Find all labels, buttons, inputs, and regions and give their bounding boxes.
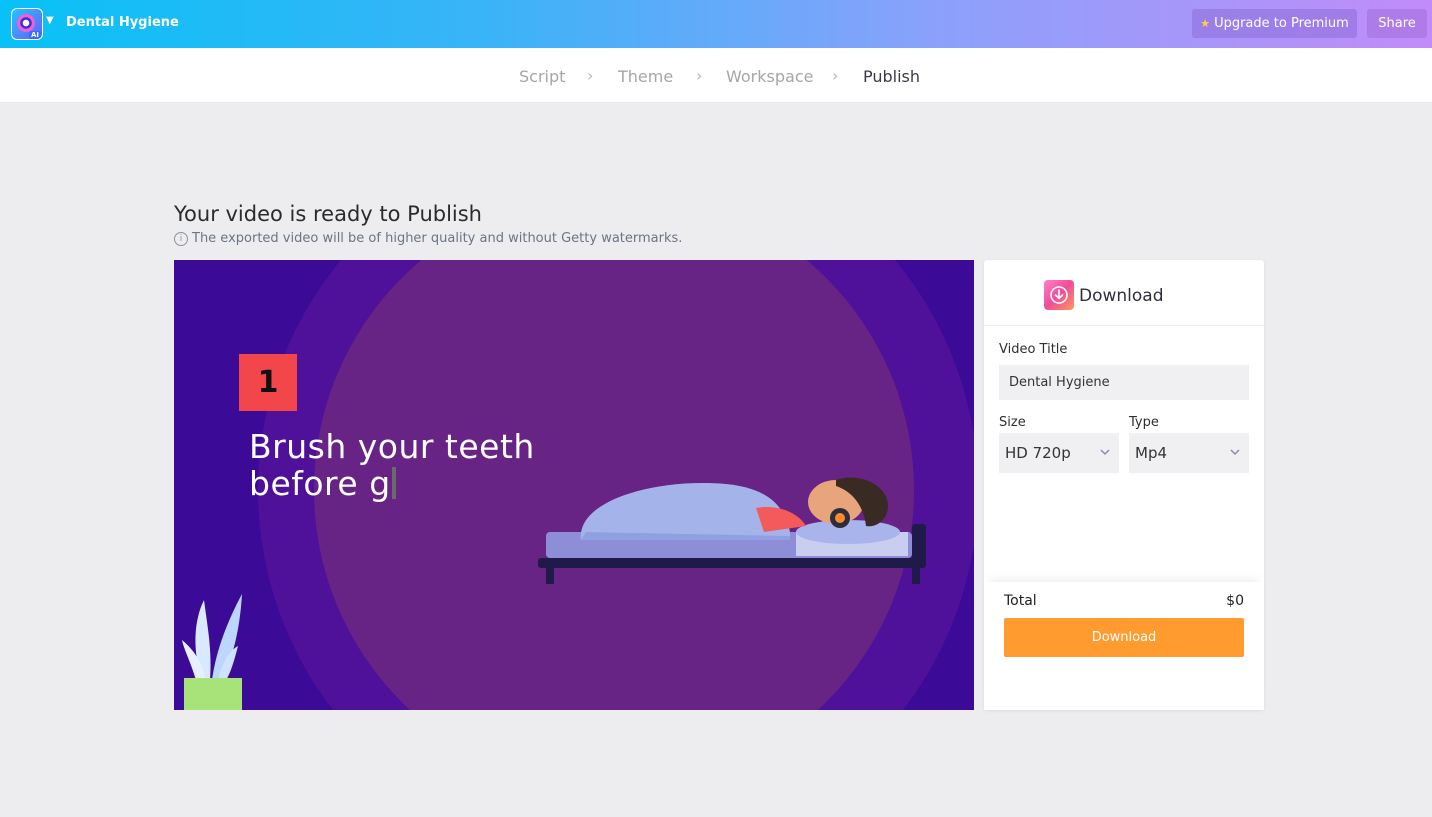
video-title-input[interactable] <box>999 365 1249 400</box>
step-workspace[interactable]: Workspace <box>726 67 813 86</box>
download-panel-footer: Total $0 Download <box>984 582 1264 710</box>
chevron-down-icon <box>1100 449 1110 456</box>
export-note-text: The exported video will be of higher qua… <box>192 231 683 246</box>
type-select[interactable]: Mp4 <box>1129 433 1249 473</box>
step-navigation: Script › Theme › Workspace › Publish <box>0 48 1432 103</box>
video-preview[interactable]: 1 Brush your teeth before g <box>174 260 974 710</box>
download-panel-header: Download <box>984 260 1264 326</box>
chevron-down-icon <box>1230 449 1240 456</box>
total-label: Total <box>1004 593 1037 609</box>
star-icon: ★ <box>1200 17 1211 30</box>
type-select-value: Mp4 <box>1135 444 1168 462</box>
upgrade-premium-button[interactable]: ★ Upgrade to Premium <box>1192 9 1357 38</box>
video-title-label: Video Title <box>999 342 1068 357</box>
video-caption-line1: Brush your teeth <box>249 427 535 466</box>
step-theme[interactable]: Theme <box>618 67 673 86</box>
upgrade-premium-label: Upgrade to Premium <box>1214 16 1349 31</box>
step-script[interactable]: Script <box>519 67 565 86</box>
top-bar: AI ▼ Dental Hygiene ★ Upgrade to Premium… <box>0 0 1432 48</box>
download-icon <box>1044 280 1074 310</box>
step-number-badge: 1 <box>239 354 297 411</box>
chevron-right-icon: › <box>832 66 839 85</box>
chevron-right-icon: › <box>696 66 703 85</box>
video-caption-line2: before g <box>249 464 391 503</box>
info-icon: i <box>174 231 188 246</box>
chevron-right-icon: › <box>587 66 594 85</box>
size-label: Size <box>999 415 1026 430</box>
logo-ai-badge: AI <box>28 31 41 39</box>
step-publish[interactable]: Publish <box>863 67 920 86</box>
share-button[interactable]: Share <box>1367 9 1427 38</box>
download-button[interactable]: Download <box>1004 618 1244 657</box>
export-note: i The exported video will be of higher q… <box>174 231 682 246</box>
plant-illustration <box>182 594 242 710</box>
download-panel: Download Video Title Size HD 720p Type M… <box>984 260 1264 710</box>
download-panel-title: Download <box>1079 286 1164 306</box>
video-caption: Brush your teeth before g <box>249 428 535 502</box>
size-select[interactable]: HD 720p <box>999 433 1119 473</box>
text-cursor <box>391 467 396 499</box>
sleeping-man-illustration <box>538 477 926 584</box>
total-value: $0 <box>1226 593 1244 609</box>
size-select-value: HD 720p <box>1005 444 1071 462</box>
page-title: Your video is ready to Publish <box>174 202 482 226</box>
project-title[interactable]: Dental Hygiene <box>66 15 179 30</box>
chevron-down-icon[interactable]: ▼ <box>46 15 54 26</box>
app-logo-icon[interactable]: AI <box>11 8 43 40</box>
type-label: Type <box>1129 415 1159 430</box>
